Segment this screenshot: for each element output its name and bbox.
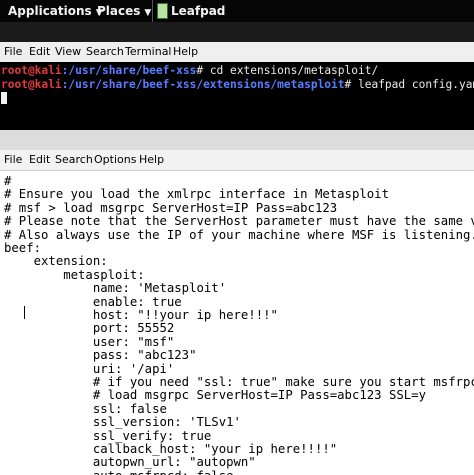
editor-line: # Please note that the ServerHost parame… [4,214,474,229]
applications-menu[interactable]: Applications ▼ [8,4,103,18]
editor-line: beef: [4,241,42,255]
editor-line: autopwn_url: "autopwn" [4,455,256,470]
editor-line: extension: [4,254,108,269]
terminal-menu-file[interactable]: File [4,45,22,58]
editor-line: ssl: false [4,401,167,416]
editor-line: # msf > load msgrpc ServerHost=IP Pass=a… [4,200,338,215]
prompt-path: :/usr/share/beef-xss/extensions/metasplo… [61,78,345,91]
top-panel: Applications ▼ Places ▼ Leafpad [0,0,474,22]
terminal-output[interactable]: root@kali:/usr/share/beef-xss# cd extens… [0,62,474,130]
editor-line: # Ensure you load the xmlrpc interface i… [4,187,389,202]
text-editor-area[interactable]: # # Ensure you load the xmlrpc interface … [0,172,474,475]
editor-line: # if you need "ssl: true" make sure you … [4,375,474,389]
terminal-menu-terminal[interactable]: Terminal [125,45,172,58]
prompt-path: :/usr/share/beef-xss [61,64,197,77]
editor-line: ssl_verify: true [4,428,212,443]
leafpad-titlebar[interactable] [0,130,474,150]
leafpad-menu-edit[interactable]: Edit [29,153,50,166]
chevron-down-icon: ▼ [144,8,152,18]
leafpad-menubar: File Edit Search Options Help [0,150,474,171]
editor-line: ssl_version: 'TLSv1' [4,415,241,430]
prompt-user: root@kali [1,64,62,77]
places-label: Places [97,4,141,18]
terminal-menu-view[interactable]: View [55,45,81,58]
places-menu[interactable]: Places ▼ [97,4,151,18]
editor-line: # load msgrpc ServerHost=IP Pass=abc123 … [4,388,426,403]
prompt-user: root@kali [1,78,62,91]
terminal-window: File Edit View Search Terminal Help root… [0,22,474,130]
leafpad-menu-search[interactable]: Search [55,153,93,166]
editor-line: port: 55552 [4,321,175,336]
editor-line: # Also always use the IP of your machine… [4,227,474,242]
editor-line: uri: '/api' [4,361,175,376]
terminal-menu-help[interactable]: Help [173,45,198,58]
terminal-command: # cd extensions/metasploit/ [196,64,379,77]
terminal-cursor [1,92,7,104]
terminal-menu-edit[interactable]: Edit [29,45,50,58]
editor-line: host: "!!your ip here!!!" [4,308,278,322]
terminal-line: root@kali:/usr/share/beef-xss# cd extens… [1,64,378,77]
editor-line: auto_msfrpcd: false [4,469,234,475]
leafpad-taskbar-item[interactable]: Leafpad [152,0,227,22]
leafpad-menu-options[interactable]: Options [94,153,136,166]
applications-label: Applications [8,4,92,18]
editor-line: # [4,174,12,188]
leafpad-tab-label: Leafpad [171,4,226,18]
leafpad-menu-file[interactable]: File [4,153,22,166]
editor-line: user: "msf" [4,334,175,349]
editor-line: name: 'Metasploit' [4,281,227,296]
terminal-line: root@kali:/usr/share/beef-xss/extensions… [1,78,474,91]
editor-line: callback_host: "your ip here!!!!" [4,442,338,456]
terminal-menu-search[interactable]: Search [86,45,124,58]
leafpad-icon [157,3,168,19]
leafpad-menu-help[interactable]: Help [139,153,164,166]
leafpad-window: File Edit Search Options Help # # Ensure … [0,130,474,475]
editor-line: metasploit: [4,267,145,282]
terminal-menubar: File Edit View Search Terminal Help [0,42,474,62]
editor-line: pass: "abc123" [4,348,197,363]
editor-line: enable: true [4,294,182,309]
terminal-titlebar[interactable] [0,22,474,42]
terminal-command: # leafpad config.yaml [344,78,474,91]
